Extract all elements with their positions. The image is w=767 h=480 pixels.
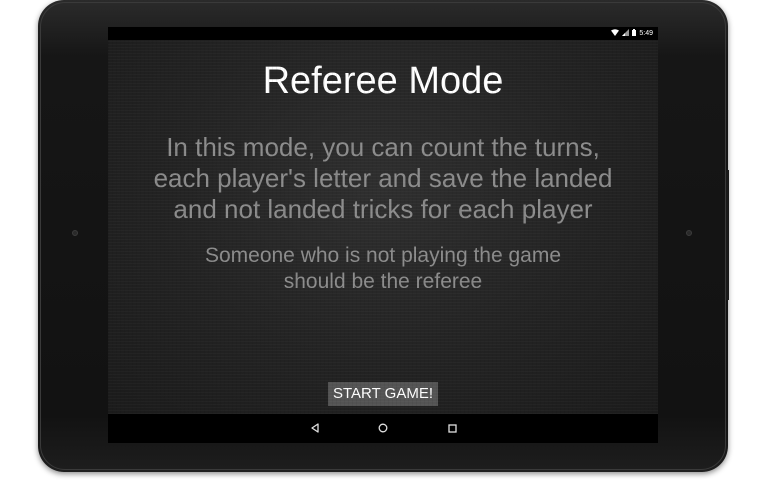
- start-game-button[interactable]: START GAME!: [328, 382, 438, 406]
- battery-icon: [632, 29, 637, 38]
- description-line: In this mode, you can count the turns,: [166, 132, 600, 162]
- device-screen: 5:49 Referee Mode In this mode, you can …: [108, 27, 658, 443]
- volume-key: [726, 170, 729, 300]
- description-line: and not landed tricks for each player: [173, 194, 593, 224]
- left-sensor: [72, 230, 78, 236]
- page-title: Referee Mode: [262, 60, 504, 102]
- description-line: each player's letter and save the landed: [153, 163, 613, 193]
- recents-button[interactable]: [432, 414, 472, 443]
- signal-icon: [622, 29, 630, 38]
- status-time: 5:49: [639, 30, 653, 37]
- back-button[interactable]: [295, 414, 335, 443]
- referee-mode-page: Referee Mode In this mode, you can count…: [108, 40, 658, 414]
- referee-note: Someone who is not playing the game shou…: [128, 243, 638, 295]
- wifi-icon: [611, 29, 620, 38]
- recents-icon: [447, 420, 457, 438]
- note-line: should be the referee: [283, 270, 483, 293]
- home-button[interactable]: [363, 414, 403, 443]
- right-sensor: [686, 230, 692, 236]
- home-icon: [378, 420, 388, 438]
- back-icon: [310, 420, 320, 438]
- mode-description: In this mode, you can count the turns, e…: [128, 132, 638, 225]
- note-line: Someone who is not playing the game: [204, 244, 562, 267]
- status-bar: 5:49: [108, 27, 658, 40]
- navigation-bar: [108, 414, 658, 443]
